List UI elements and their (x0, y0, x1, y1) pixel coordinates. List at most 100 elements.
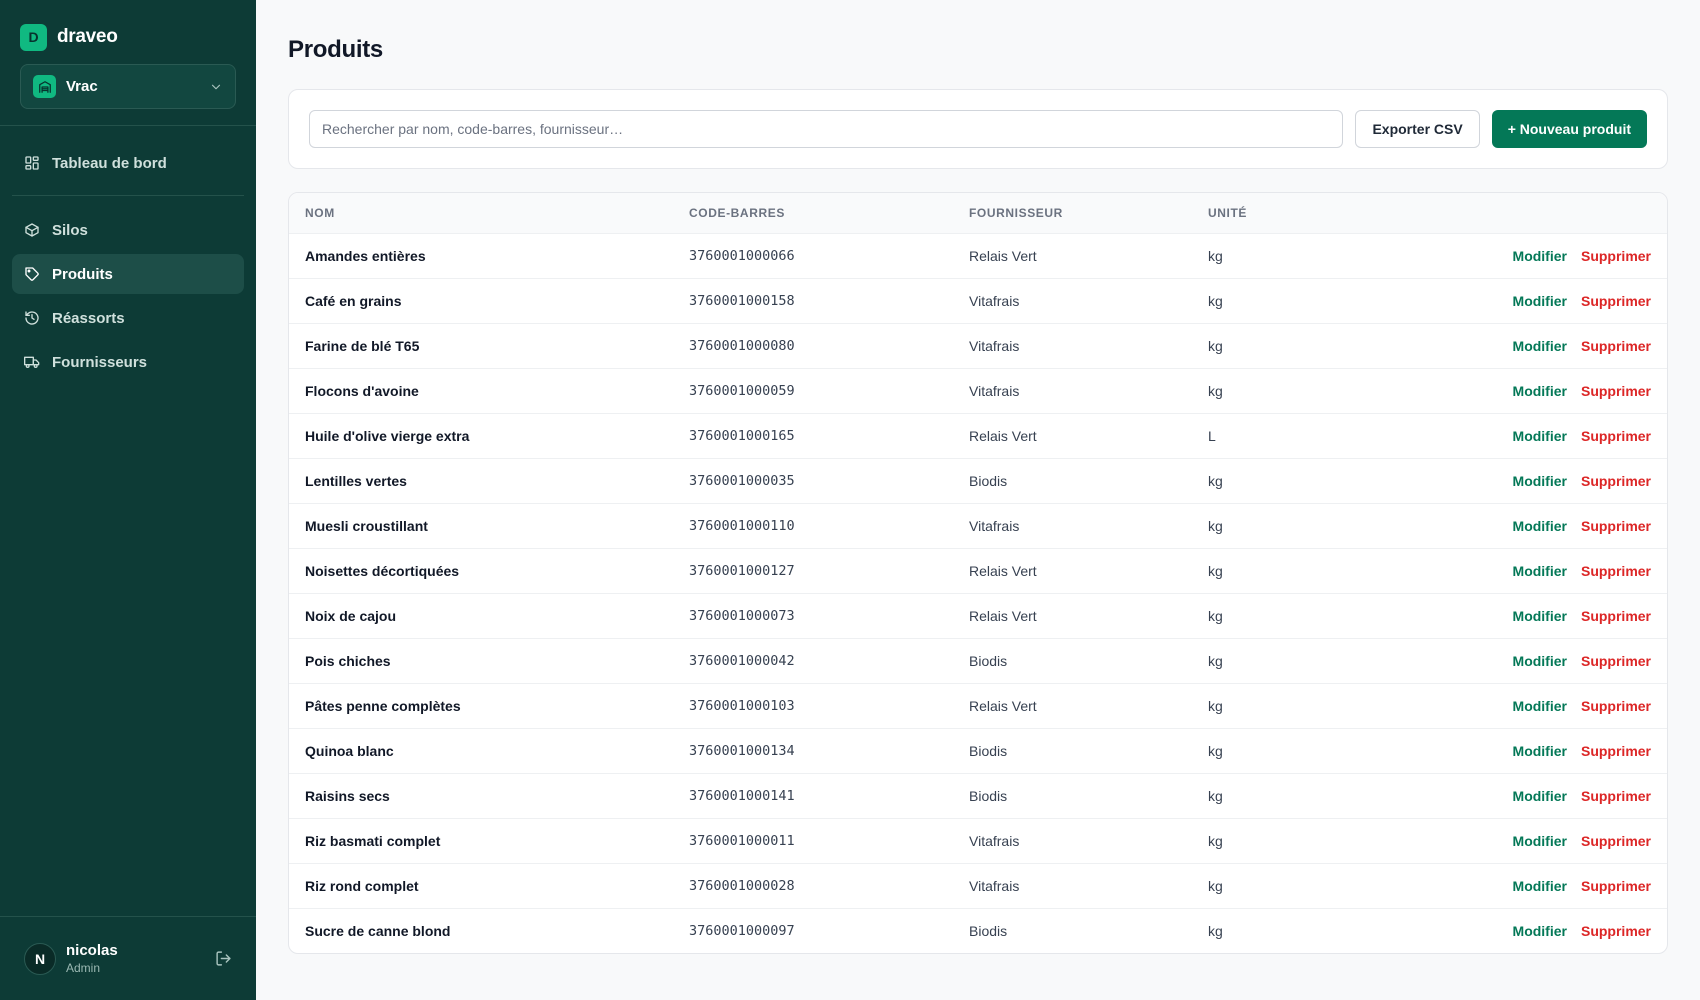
product-unit: kg (1208, 922, 1223, 939)
sidebar-item-reassorts[interactable]: Réassorts (12, 298, 244, 338)
sidebar-item-dashboard[interactable]: Tableau de bord (12, 143, 244, 183)
logout-icon[interactable] (215, 950, 232, 967)
product-name: Amandes entières (289, 233, 673, 279)
row-actions: Modifier Supprimer (1342, 638, 1667, 684)
edit-link[interactable]: Modifier (1513, 653, 1567, 669)
product-unit: kg (1192, 728, 1342, 774)
product-barcode: 3760001000035 (673, 458, 953, 504)
edit-link[interactable]: Modifier (1513, 473, 1567, 489)
delete-link[interactable]: Supprimer (1581, 923, 1651, 939)
product-name: Lentilles vertes (289, 458, 673, 504)
product-name: Muesli croustillant (289, 503, 673, 549)
edit-link[interactable]: Modifier (1513, 428, 1567, 444)
delete-link[interactable]: Supprimer (1581, 743, 1651, 759)
product-barcode: 3760001000059 (673, 368, 953, 414)
product-barcode: 3760001000165 (673, 413, 953, 459)
edit-link[interactable]: Modifier (1513, 383, 1567, 399)
products-table: NOM CODE-BARRES FOURNISSEUR UNITÉ Amande… (289, 193, 1667, 953)
sidebar-item-label: Fournisseurs (52, 353, 148, 371)
product-barcode: 3760001000073 (673, 593, 953, 639)
row-actions: Modifier Supprimer (1342, 278, 1667, 324)
product-unit: kg (1192, 503, 1342, 549)
row-actions: Modifier Supprimer (1342, 368, 1667, 414)
edit-link[interactable]: Modifier (1513, 338, 1567, 354)
product-name: Pois chiches (289, 638, 673, 684)
edit-link[interactable]: Modifier (1513, 833, 1567, 849)
row-actions: Modifier Supprimer (1342, 863, 1667, 909)
product-barcode: 3760001000103 (673, 683, 953, 729)
delete-link[interactable]: Supprimer (1581, 293, 1651, 309)
edit-link[interactable]: Modifier (1513, 923, 1567, 939)
brand[interactable]: D draveo (0, 0, 256, 54)
delete-link[interactable]: Supprimer (1581, 878, 1651, 894)
workspace-selector[interactable]: Vrac (20, 64, 236, 109)
main-content: Produits Exporter CSV + Nouveau produit … (256, 0, 1700, 1000)
delete-link[interactable]: Supprimer (1581, 833, 1651, 849)
edit-link[interactable]: Modifier (1513, 878, 1567, 894)
product-unit: kg (1192, 278, 1342, 324)
delete-link[interactable]: Supprimer (1581, 653, 1651, 669)
product-supplier: Relais Vert (953, 233, 1192, 279)
product-supplier: Vitafrais (953, 368, 1192, 414)
edit-link[interactable]: Modifier (1513, 563, 1567, 579)
edit-link[interactable]: Modifier (1513, 518, 1567, 534)
row-actions: Modifier Supprimer (1342, 413, 1667, 459)
product-barcode: 3760001000141 (673, 773, 953, 819)
delete-link[interactable]: Supprimer (1581, 563, 1651, 579)
table-row: Lentilles vertes 3760001000035 Biodis kg Mod… (289, 458, 1667, 504)
column-header-barcode: CODE-BARRES (673, 193, 953, 234)
edit-link[interactable]: Modifier (1513, 248, 1567, 264)
row-actions: Modifier Supprimer (1342, 728, 1667, 774)
edit-link[interactable]: Modifier (1513, 608, 1567, 624)
edit-link[interactable]: Modifier (1513, 293, 1567, 309)
delete-link[interactable]: Supprimer (1581, 473, 1651, 489)
avatar[interactable]: N (24, 942, 56, 975)
table-row: Noix de cajou 3760001000073 Relais Vert kg M… (289, 593, 1667, 639)
search-input[interactable] (309, 110, 1344, 148)
row-actions: Modifier Supprimer (1342, 233, 1667, 279)
product-barcode: 3760001000066 (673, 233, 953, 279)
table-body: Amandes entières 3760001000066 Relais Vert… (289, 233, 1667, 953)
table-row: Amandes entières 3760001000066 Relais Vert… (289, 233, 1667, 279)
sidebar-nav-main: Silos Produits Réassorts Fournisseurs (0, 196, 256, 386)
delete-link[interactable]: Supprimer (1581, 788, 1651, 804)
delete-link[interactable]: Supprimer (1581, 698, 1651, 714)
product-name: Noisettes décortiquées (289, 548, 673, 594)
brand-name: draveo (57, 26, 118, 47)
export-csv-button[interactable]: Exporter CSV (1355, 110, 1480, 148)
row-actions: Modifier Supprimer (1342, 323, 1667, 369)
table-row: Huile d'olive vierge extra 3760001000165 R… (289, 413, 1667, 459)
product-unit: kg (1192, 773, 1342, 819)
product-barcode: 3760001000080 (673, 323, 953, 369)
edit-link[interactable]: Modifier (1513, 788, 1567, 804)
edit-link[interactable]: Modifier (1513, 743, 1567, 759)
new-product-button[interactable]: + Nouveau produit (1491, 110, 1647, 148)
products-table-card: NOM CODE-BARRES FOURNISSEUR UNITÉ Amande… (288, 192, 1668, 954)
user-name: nicolas (66, 942, 118, 959)
sidebar-item-fournisseurs[interactable]: Fournisseurs (12, 342, 244, 382)
sidebar-item-produits[interactable]: Produits (12, 254, 244, 294)
edit-link[interactable]: Modifier (1513, 698, 1567, 714)
product-unit: kg (1192, 368, 1342, 414)
delete-link[interactable]: Supprimer (1581, 518, 1651, 534)
delete-link[interactable]: Supprimer (1581, 428, 1651, 444)
delete-link[interactable]: Supprimer (1581, 383, 1651, 399)
column-header-unit: UNITÉ (1192, 193, 1342, 234)
table-row: Riz basmati complet 3760001000011 Vitafrai… (289, 818, 1667, 864)
box-icon (24, 222, 40, 238)
product-name: Sucre de canne blond (305, 922, 451, 939)
product-supplier: Vitafrais (953, 278, 1192, 324)
delete-link[interactable]: Supprimer (1581, 338, 1651, 354)
dashboard-icon (24, 155, 40, 171)
delete-link[interactable]: Supprimer (1581, 248, 1651, 264)
table-row: Noisettes décortiquées 3760001000127 Relai… (289, 548, 1667, 594)
product-supplier: Relais Vert (953, 593, 1192, 639)
page-title: Produits (288, 36, 383, 63)
delete-link[interactable]: Supprimer (1581, 608, 1651, 624)
column-header-name: NOM (289, 193, 673, 234)
product-barcode: 3760001000097 (689, 922, 795, 939)
product-supplier: Relais Vert (953, 683, 1192, 729)
sidebar-item-silos[interactable]: Silos (12, 210, 244, 250)
product-barcode: 3760001000158 (673, 278, 953, 324)
